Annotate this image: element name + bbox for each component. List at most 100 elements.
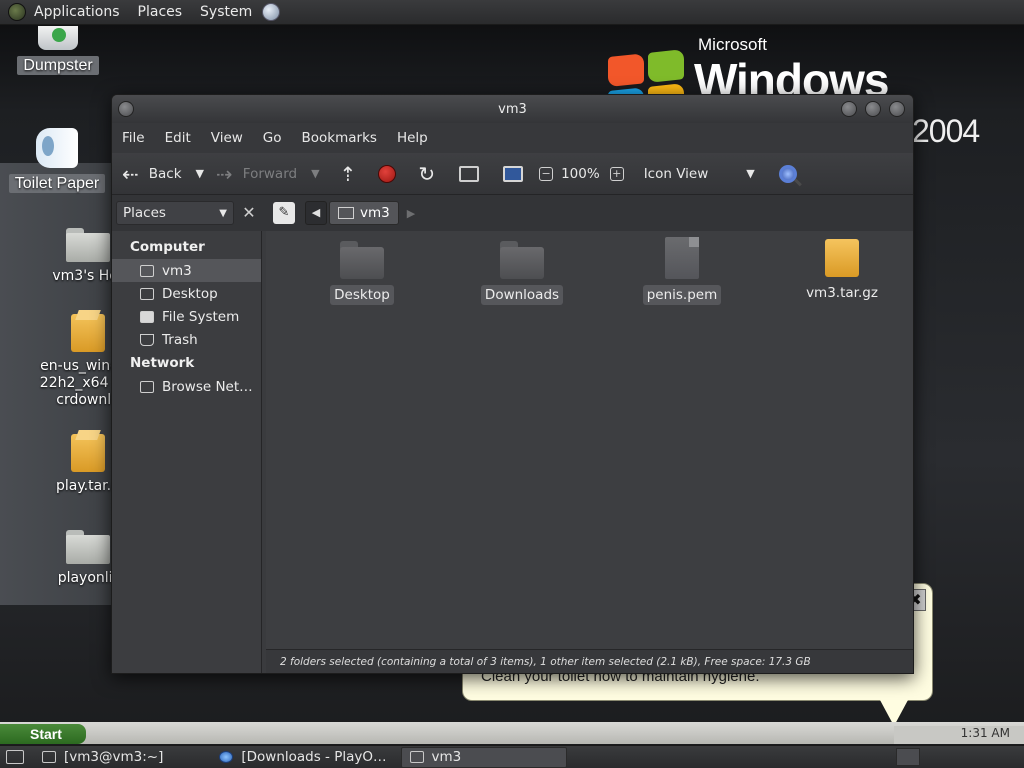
file-name: vm3.tar.gz	[806, 285, 878, 301]
zoom-out-icon[interactable]: −	[539, 166, 554, 181]
task-terminal[interactable]: [vm3@vm3:~]	[34, 747, 171, 768]
close-button[interactable]	[889, 101, 905, 117]
file-name: Desktop	[330, 285, 394, 305]
sidebar-item-trash[interactable]: Trash	[112, 328, 261, 351]
zoom-control: − 100% +	[539, 166, 632, 182]
file-name: penis.pem	[642, 285, 722, 305]
document-icon	[665, 237, 699, 279]
web-browser-launcher-icon[interactable]	[262, 3, 281, 21]
home-button[interactable]	[459, 165, 480, 182]
trash-icon	[38, 26, 78, 50]
forward-label: Forward	[242, 165, 298, 182]
bottom-panel: [vm3@vm3:~] [Downloads - PlayO… vm3	[0, 745, 1024, 768]
home-icon	[140, 264, 154, 277]
location-bar: Places ▼ ✕ ✎ ◀ vm3 ▶	[112, 195, 913, 231]
forward-arrow-icon: ⇢	[216, 161, 233, 186]
sidebar-item-browse-network[interactable]: Browse Net…	[112, 375, 261, 398]
wallpaper-year: 2004	[912, 113, 980, 149]
home-icon	[338, 207, 354, 219]
sidebar-item-label: File System	[162, 308, 240, 325]
places-sidebar: Computer vm3 Desktop File System Trash N…	[112, 231, 262, 673]
minimize-button[interactable]	[841, 101, 857, 117]
menu-edit[interactable]: Edit	[165, 128, 191, 148]
stop-button[interactable]	[378, 164, 397, 183]
sidebar-item-vm3[interactable]: vm3	[112, 259, 261, 282]
edit-location-icon[interactable]: ✎	[273, 202, 295, 224]
search-button[interactable]	[778, 164, 797, 183]
window-titlebar[interactable]: vm3	[112, 95, 913, 123]
archive-icon	[825, 239, 859, 277]
desktop-icon-label: playonlir	[57, 570, 119, 586]
sidebar-item-label: vm3	[162, 262, 192, 279]
package-icon	[71, 434, 105, 472]
show-desktop-icon[interactable]	[6, 750, 24, 764]
firefox-icon	[219, 751, 234, 763]
file-name: Downloads	[480, 285, 564, 305]
view-mode-label: Icon View	[643, 165, 709, 182]
maximize-button[interactable]	[865, 101, 881, 117]
sidebar-item-label: Desktop	[162, 285, 218, 302]
window-title: vm3	[498, 101, 527, 117]
sidebar-item-desktop[interactable]: Desktop	[112, 282, 261, 305]
close-sidebar-icon[interactable]: ✕	[239, 203, 259, 223]
xp-taskbar	[0, 722, 1024, 744]
desktop-icon	[140, 287, 154, 300]
system-menu[interactable]: System	[200, 4, 252, 20]
reload-button[interactable]: ↻	[418, 162, 435, 186]
forward-button[interactable]: ⇢ Forward ▼	[216, 162, 320, 186]
sidebar-mode-select[interactable]: Places ▼	[116, 201, 234, 225]
xp-start-button[interactable]: Start	[0, 724, 86, 744]
sidebar-header-computer: Computer	[130, 239, 205, 255]
task-label: [Downloads - PlayO…	[241, 749, 387, 765]
breadcrumb-scroll-left-icon[interactable]: ◀	[305, 201, 327, 225]
file-item-desktop[interactable]: Desktop	[302, 241, 422, 305]
up-arrow-icon: ⇡	[339, 161, 357, 186]
back-button[interactable]: ⇠ Back ▼	[122, 162, 204, 186]
file-view[interactable]: Desktop Downloads penis.pem vm3.tar.gz	[266, 231, 913, 649]
desktop-icon-dumpster[interactable]: Dumpster	[3, 26, 113, 75]
window-menu-button[interactable]	[118, 101, 134, 117]
forward-history-dropdown-icon[interactable]: ▼	[311, 167, 319, 180]
breadcrumb-vm3[interactable]: vm3	[329, 201, 399, 225]
menu-go[interactable]: Go	[263, 128, 282, 148]
task-vm3[interactable]: vm3	[400, 746, 567, 768]
computer-button[interactable]	[503, 165, 524, 182]
back-label: Back	[148, 165, 182, 182]
desktop-icon-label: Dumpster	[17, 56, 99, 75]
task-label: [vm3@vm3:~]	[64, 749, 164, 765]
wallpaper-brand: Microsoft	[698, 35, 767, 54]
file-item-penis-pem[interactable]: penis.pem	[622, 237, 742, 305]
applications-menu[interactable]: Applications	[34, 4, 120, 20]
zoom-in-icon[interactable]: +	[609, 166, 624, 181]
file-item-downloads[interactable]: Downloads	[462, 241, 582, 305]
network-icon	[140, 380, 154, 393]
menu-view[interactable]: View	[211, 128, 243, 148]
folder-icon	[500, 241, 544, 279]
trash-icon	[140, 333, 154, 346]
folder-icon	[66, 530, 110, 564]
gnome-foot-icon[interactable]	[8, 3, 26, 21]
task-label: vm3	[431, 749, 462, 765]
places-menu[interactable]: Places	[138, 4, 183, 20]
toolbar: ⇠ Back ▼ ⇢ Forward ▼ ⇡ ↻ − 100% + Icon V…	[112, 153, 913, 195]
menu-bookmarks[interactable]: Bookmarks	[302, 128, 377, 148]
xp-clock: 1:31 AM	[894, 726, 1024, 744]
back-history-dropdown-icon[interactable]: ▼	[196, 167, 204, 180]
menubar: File Edit View Go Bookmarks Help	[112, 123, 913, 153]
sidebar-item-file-system[interactable]: File System	[112, 305, 261, 328]
file-item-vm3-tar-gz[interactable]: vm3.tar.gz	[782, 239, 902, 303]
breadcrumb-scroll-right-icon[interactable]: ▶	[407, 207, 415, 220]
menu-file[interactable]: File	[122, 128, 145, 148]
desktop-icon-toilet-paper[interactable]: Toilet Paper	[2, 128, 112, 193]
desktop-icon-label: Toilet Paper	[8, 174, 106, 193]
file-manager-window: vm3 File Edit View Go Bookmarks Help ⇠ B…	[111, 94, 914, 674]
up-button[interactable]: ⇡	[340, 162, 357, 186]
notification-area-icon[interactable]	[896, 748, 920, 766]
chevron-down-icon: ▼	[746, 167, 755, 180]
task-firefox[interactable]: [Downloads - PlayO…	[211, 747, 394, 768]
stop-icon	[378, 164, 397, 183]
view-mode-select[interactable]: Icon View ▼	[644, 166, 755, 182]
home-icon	[409, 751, 424, 763]
folder-icon	[340, 241, 384, 279]
menu-help[interactable]: Help	[397, 128, 428, 148]
